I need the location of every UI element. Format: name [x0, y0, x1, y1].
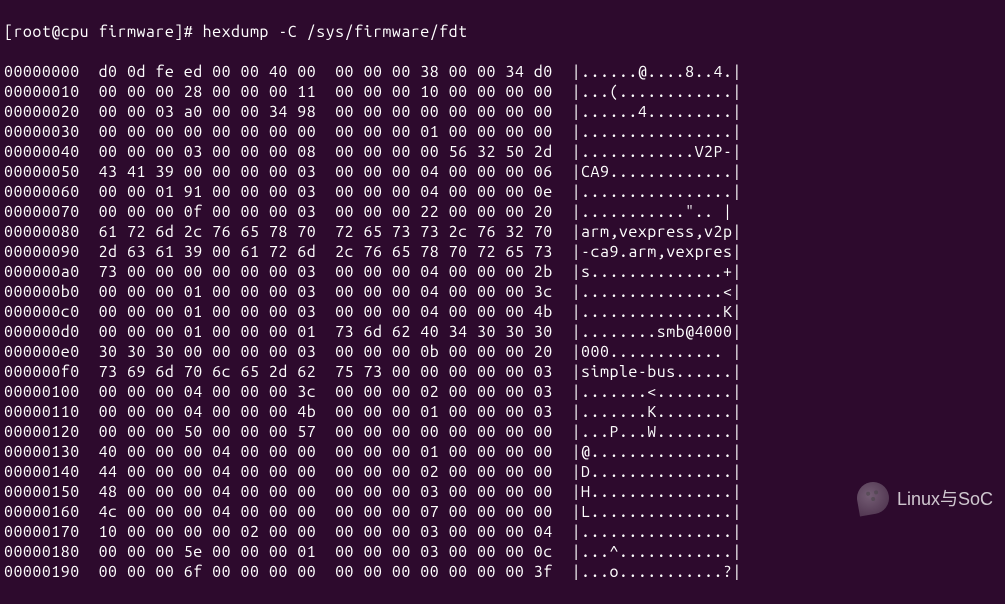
shell-command: hexdump -C /sys/firmware/fdt: [203, 23, 468, 41]
terminal-output: [root@cpu firmware]# hexdump -C /sys/fir…: [0, 0, 1005, 604]
watermark: Linux与SoC: [857, 482, 993, 514]
hexdump-row: 00000020 00 00 03 a0 00 00 34 98 00 00 0…: [4, 102, 1001, 122]
hexdump-row: 00000180 00 00 00 5e 00 00 00 01 00 00 0…: [4, 542, 1001, 562]
hexdump-row: 00000150 48 00 00 00 04 00 00 00 00 00 0…: [4, 482, 1001, 502]
wechat-icon: [854, 479, 891, 516]
hexdump-row: 00000130 40 00 00 00 04 00 00 00 00 00 0…: [4, 442, 1001, 462]
hexdump-row: 000000b0 00 00 00 01 00 00 00 03 00 00 0…: [4, 282, 1001, 302]
hexdump-row: 00000170 10 00 00 00 00 02 00 00 00 00 0…: [4, 522, 1001, 542]
hexdump-row: 00000080 61 72 6d 2c 76 65 78 70 72 65 7…: [4, 222, 1001, 242]
watermark-text: Linux与SoC: [897, 485, 993, 511]
hexdump-row: 00000060 00 00 01 91 00 00 00 03 00 00 0…: [4, 182, 1001, 202]
hexdump-row: 00000050 43 41 39 00 00 00 00 03 00 00 0…: [4, 162, 1001, 182]
hexdump-row: 000000c0 00 00 00 01 00 00 00 03 00 00 0…: [4, 302, 1001, 322]
hexdump-row: 00000160 4c 00 00 00 04 00 00 00 00 00 0…: [4, 502, 1001, 522]
hexdump-row: 000000a0 73 00 00 00 00 00 00 03 00 00 0…: [4, 262, 1001, 282]
hexdump-row: 00000070 00 00 00 0f 00 00 00 03 00 00 0…: [4, 202, 1001, 222]
hexdump-output: 00000000 d0 0d fe ed 00 00 40 00 00 00 0…: [4, 62, 1001, 582]
hexdump-row: 000000e0 30 30 30 00 00 00 00 03 00 00 0…: [4, 342, 1001, 362]
hexdump-row: 00000100 00 00 00 04 00 00 00 3c 00 00 0…: [4, 382, 1001, 402]
hexdump-row: 00000010 00 00 00 28 00 00 00 11 00 00 0…: [4, 82, 1001, 102]
hexdump-row: 00000090 2d 63 61 39 00 61 72 6d 2c 76 6…: [4, 242, 1001, 262]
hexdump-row: 000000d0 00 00 00 01 00 00 00 01 73 6d 6…: [4, 322, 1001, 342]
hexdump-row: 000000f0 73 69 6d 70 6c 65 2d 62 75 73 0…: [4, 362, 1001, 382]
hexdump-row: 00000000 d0 0d fe ed 00 00 40 00 00 00 0…: [4, 62, 1001, 82]
hexdump-row: 00000120 00 00 00 50 00 00 00 57 00 00 0…: [4, 422, 1001, 442]
shell-prompt: [root@cpu firmware]#: [4, 23, 193, 41]
shell-prompt-line: [root@cpu firmware]# hexdump -C /sys/fir…: [4, 22, 1001, 42]
hexdump-row: 00000110 00 00 00 04 00 00 00 4b 00 00 0…: [4, 402, 1001, 422]
hexdump-row: 00000190 00 00 00 6f 00 00 00 00 00 00 0…: [4, 562, 1001, 582]
hexdump-row: 00000140 44 00 00 00 04 00 00 00 00 00 0…: [4, 462, 1001, 482]
hexdump-row: 00000040 00 00 00 03 00 00 00 08 00 00 0…: [4, 142, 1001, 162]
hexdump-row: 00000030 00 00 00 00 00 00 00 00 00 00 0…: [4, 122, 1001, 142]
